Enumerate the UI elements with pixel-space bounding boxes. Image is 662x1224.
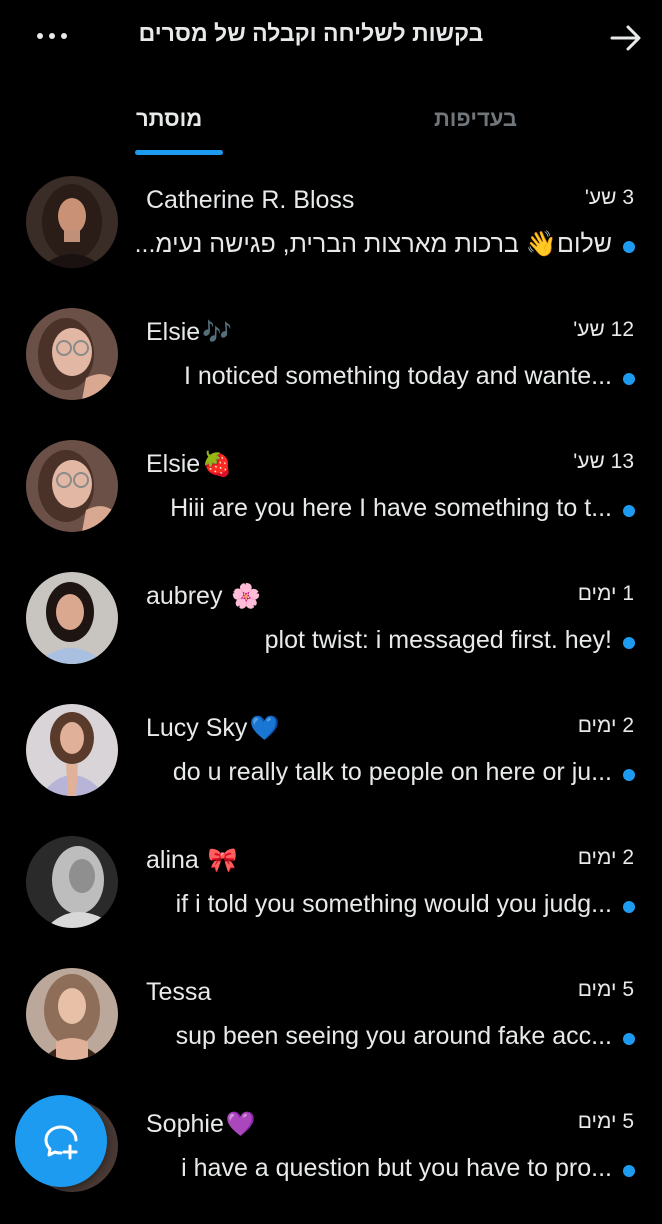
unread-indicator [623,637,635,649]
unread-indicator [623,769,635,781]
sender-name: aubrey 🌸 [146,582,261,611]
unread-indicator [623,1165,635,1177]
more-horizontal-icon [37,33,43,39]
unread-indicator [623,505,635,517]
sender-emoji: 🎀 [200,847,238,874]
message-preview: if i told you something would you judg..… [175,890,612,918]
sender-name-text: Sophie [146,1110,224,1138]
sender-name-text: Elsie [146,450,201,478]
tab-hidden[interactable]: מוסתר [136,106,202,132]
tab-bar: מוסתר בעדיפות [0,88,662,160]
active-tab-indicator [135,150,223,155]
avatar [26,572,118,664]
message-preview: plot twist: i messaged first. hey! [264,626,612,654]
avatar [26,440,118,532]
sender-emoji: 🎶 [202,319,233,346]
unread-indicator [623,1033,635,1045]
sender-name: alina 🎀 [146,846,237,875]
sender-name: Lucy Sky💙 [146,714,279,743]
timestamp: 3 שע' [584,186,634,209]
conversation-row[interactable]: Tessa 5 ימים sup been seeing you around … [0,960,662,1092]
sender-emoji: 💜 [225,1111,256,1138]
sender-name-text: alina [146,846,199,874]
message-preview: Hiii are you here I have something to t.… [170,494,612,522]
avatar [26,704,118,796]
more-horizontal-icon-dot [61,33,67,39]
conversation-row[interactable]: alina 🎀 2 ימים if i told you something w… [0,828,662,960]
more-horizontal-icon-dot [49,33,55,39]
top-bar: בקשות לשליחה וקבלה של מסרים [0,0,662,80]
sender-name-text: Tessa [146,978,212,1006]
conversation-row[interactable]: aubrey 🌸 1 ימים plot twist: i messaged f… [0,564,662,696]
arrow-right-icon [610,25,641,51]
timestamp: 2 ימים [577,714,634,737]
back-button[interactable] [606,18,646,58]
sender-name-text: Catherine R. Bloss [146,186,355,214]
avatar [26,968,118,1060]
sender-name-text: Lucy Sky [146,714,248,742]
page-title: בקשות לשליחה וקבלה של מסרים [138,20,484,46]
avatar [26,176,118,268]
timestamp: 5 ימים [577,1110,634,1133]
message-preview: i have a question but you have to pro... [181,1154,612,1182]
avatar [26,836,118,928]
timestamp: 2 ימים [577,846,634,869]
conversation-row[interactable]: Lucy Sky💙 2 ימים do u really talk to peo… [0,696,662,828]
sender-name: Elsie🎶 [146,318,232,347]
sender-emoji: 🌸 [224,583,262,610]
tab-priority[interactable]: בעדיפות [434,106,517,132]
message-preview: do u really talk to people on here or ju… [172,758,612,786]
new-message-button[interactable] [15,1095,107,1187]
timestamp: 1 ימים [577,582,634,605]
sender-name-text: aubrey [146,582,223,610]
conversation-row[interactable]: Elsie🎶 12 שע' I noticed something today … [0,300,662,432]
new-message-icon [44,1125,78,1160]
sender-name: Catherine R. Bloss [146,186,356,215]
sender-name: Sophie💜 [146,1110,256,1139]
conversation-row[interactable]: Elsie🍓 13 שע' Hiii are you here I have s… [0,432,662,564]
avatar [26,308,118,400]
timestamp: 5 ימים [577,978,634,1001]
sender-emoji: 💙 [249,715,280,742]
sender-emoji: 🍓 [202,451,233,478]
message-preview: sup been seeing you around fake acc... [175,1022,612,1050]
more-options-button[interactable] [28,20,76,52]
unread-indicator [623,241,635,253]
unread-indicator [623,901,635,913]
unread-indicator [623,373,635,385]
message-preview: I noticed something today and wante... [183,362,612,390]
sender-name-text: Elsie [146,318,201,346]
timestamp: 12 שע' [573,318,634,341]
sender-name: Elsie🍓 [146,450,232,479]
conversation-row[interactable]: Catherine R. Bloss 3 שע' שלום👋 ברכות מאר… [0,168,662,300]
timestamp: 13 שע' [573,450,634,473]
message-preview: שלום👋 ברכות מארצות הברית, פגישה נעימ... [134,230,612,258]
sender-name: Tessa [146,978,213,1007]
